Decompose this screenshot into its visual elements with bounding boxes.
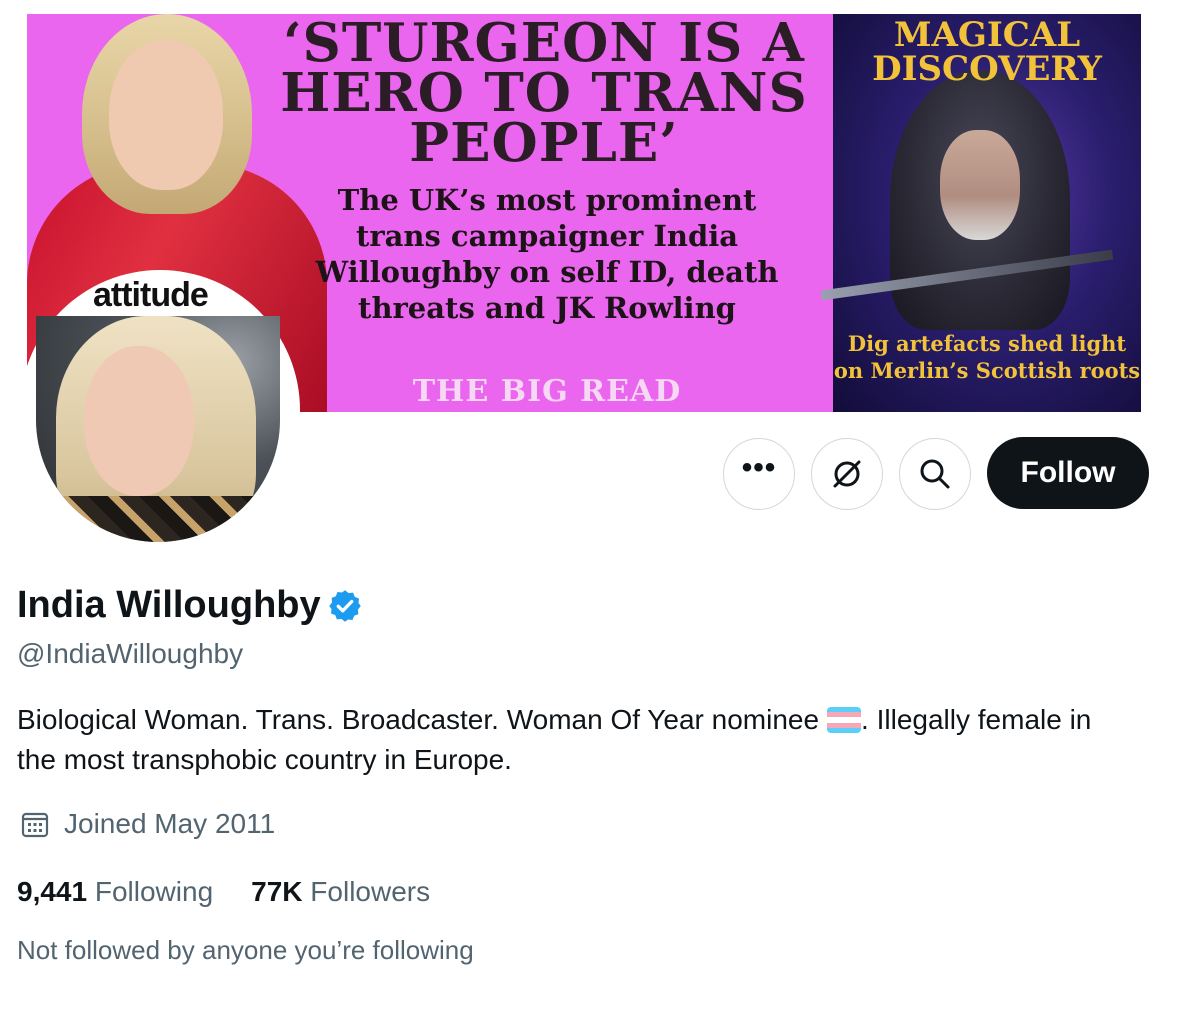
banner-headline: ‘STURGEON IS A HERO TO TRANS PEOPLE’ — [280, 12, 808, 174]
transgender-flag-emoji — [827, 707, 862, 733]
display-name-text: India Willoughby — [17, 584, 321, 626]
banner-side-title: MAGICAL DISCOVERY — [872, 15, 1102, 89]
handle: @IndiaWilloughby — [17, 638, 244, 669]
banner-side-caption: Dig artefacts shed light on Merlin’s Sco… — [833, 331, 1141, 383]
search-button[interactable] — [899, 438, 971, 510]
following-count: 9,441 — [17, 876, 88, 907]
banner-wizard-face — [940, 130, 1020, 240]
following-label: Following — [94, 876, 214, 907]
bio: Biological Woman. Trans. Broadcaster. Wo… — [17, 700, 1117, 780]
grok-icon — [833, 460, 861, 488]
followers-label: Followers — [310, 876, 431, 907]
banner-kicker: THE BIG READ — [412, 374, 682, 409]
joined-date: Joined May 2011 — [20, 808, 275, 840]
avatar-photo[interactable] — [36, 316, 280, 542]
joined-text: Joined May 2011 — [64, 808, 276, 839]
grok-button[interactable] — [811, 438, 883, 510]
followers-link[interactable]: 77K Followers — [251, 876, 430, 908]
verified-badge-icon[interactable] — [327, 588, 363, 624]
followed-by-text: Not followed by anyone you’re following — [17, 935, 474, 965]
banner-subhead: The UK’s most prominent trans campaigner… — [315, 183, 779, 325]
bio-text-1: Biological Woman. Trans. Broadcaster. Wo… — [17, 704, 820, 735]
magazine-logo: attitude — [93, 276, 209, 314]
more-button[interactable]: ••• — [723, 438, 795, 510]
search-icon — [920, 459, 950, 489]
calendar-icon — [21, 812, 49, 838]
followers-count: 77K — [251, 876, 303, 907]
display-name: India Willoughby — [17, 584, 363, 627]
more-dots-icon: ••• — [741, 451, 777, 484]
follow-stats: 9,441 Following 77K Followers — [17, 876, 430, 908]
follow-button[interactable]: Follow — [987, 437, 1149, 509]
following-link[interactable]: 9,441 Following — [17, 876, 213, 908]
